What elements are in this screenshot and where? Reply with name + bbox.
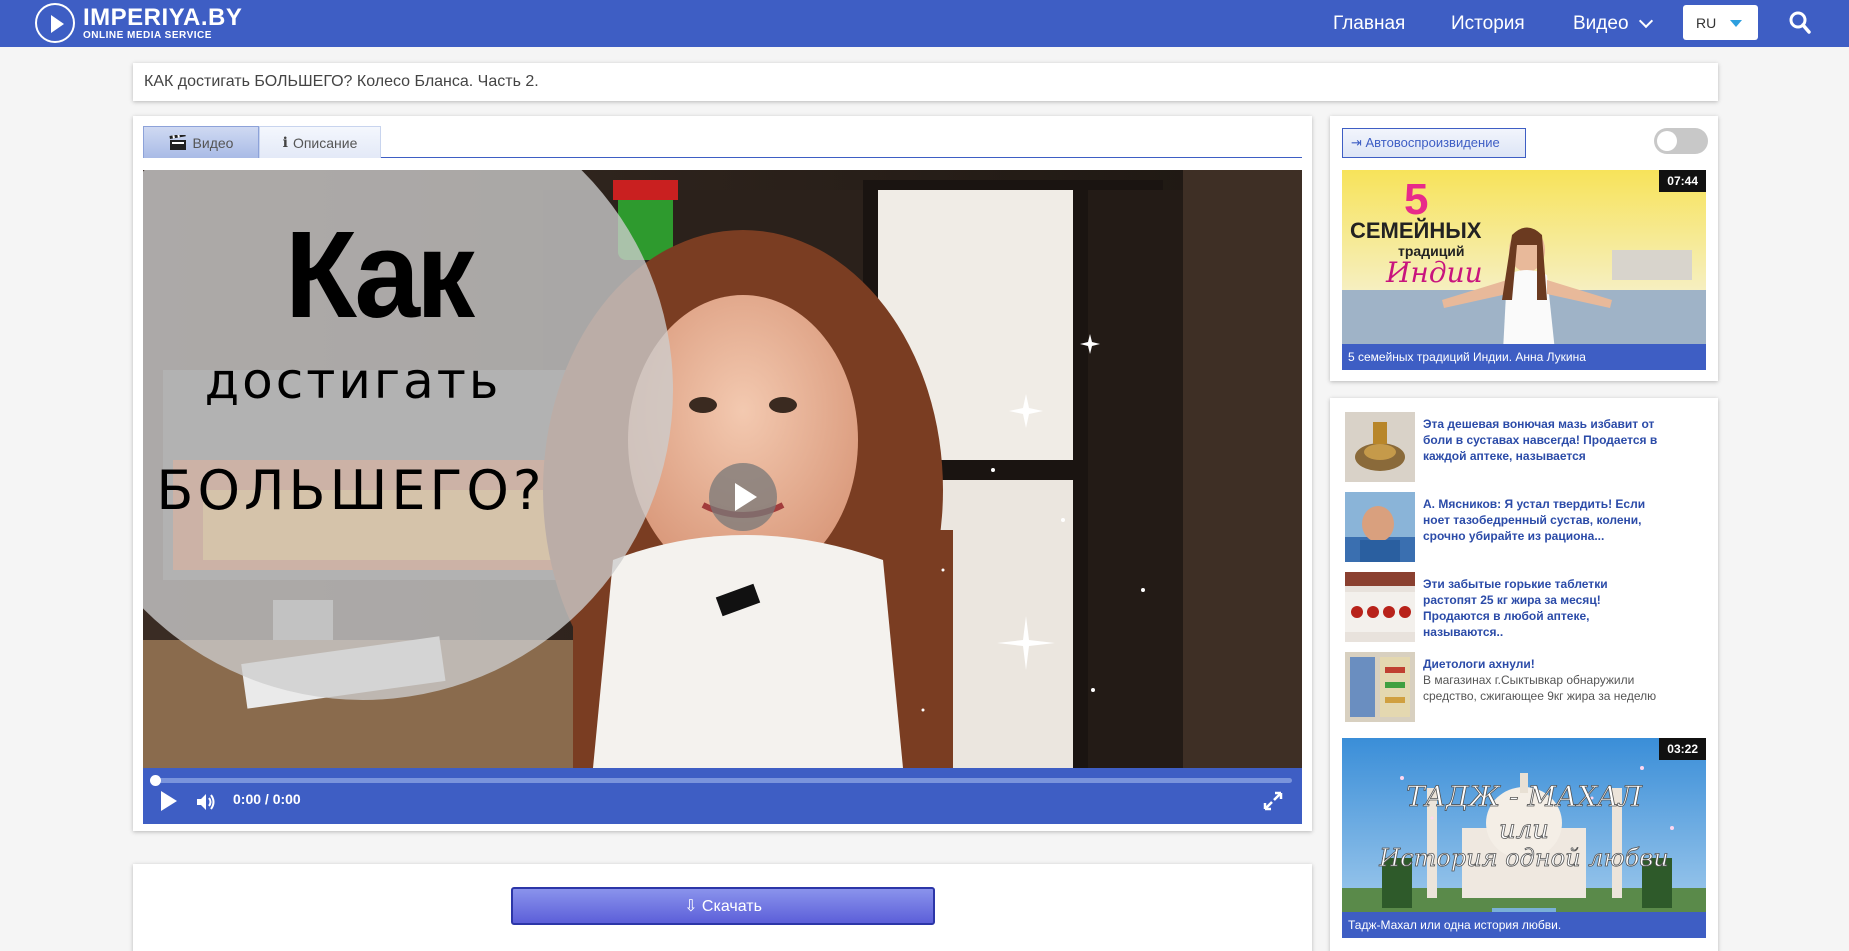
logo-play-icon — [35, 3, 75, 43]
tab-video-label: Видео — [192, 134, 234, 151]
play-button[interactable] — [161, 791, 177, 811]
language-value: RU — [1696, 14, 1717, 31]
ad-thumbnail — [1345, 492, 1415, 562]
info-icon: i — [282, 134, 288, 151]
search-icon[interactable] — [1789, 11, 1811, 35]
related-video-thumbnail: ТАДЖ - МАХАЛ или История одной любви — [1342, 738, 1706, 938]
clapper-icon — [169, 134, 186, 150]
svg-text:СЕМЕЙНЫХ: СЕМЕЙНЫХ — [1350, 218, 1482, 243]
autoplay-label[interactable]: ⇥ Автовоспроизвидение — [1342, 128, 1526, 158]
overlay-title-line-3: БОЛЬШЕГО? — [156, 459, 546, 522]
related-video-card[interactable]: 5 СЕМЕЙНЫХ традиций Индии 07:44 5 семейн… — [1342, 170, 1706, 370]
svg-text:История одной любви: История одной любви — [1378, 844, 1668, 872]
ad-item[interactable]: А. Мясников: Я устал твердить! Если ноет… — [1345, 492, 1705, 564]
tab-video[interactable]: Видео — [143, 126, 259, 158]
nav-history[interactable]: История — [1451, 0, 1525, 47]
ad-thumbnail — [1345, 652, 1415, 722]
language-select[interactable]: RU — [1683, 5, 1758, 40]
ad-item[interactable]: Эта дешевая вонючая мазь избавит от боли… — [1345, 412, 1705, 484]
toggle-knob — [1657, 131, 1677, 151]
autoplay-toggle[interactable] — [1654, 128, 1708, 154]
ad-title: Эта дешевая вонючая мазь избавит от боли… — [1423, 417, 1658, 463]
nav-home[interactable]: Главная — [1333, 0, 1405, 47]
video-panel: Видео i Описание Как достигать БОЛЬШЕГО?… — [133, 116, 1312, 831]
logo-name: IMPERIYA.BY — [83, 3, 243, 31]
time-display: 0:00 / 0:00 — [233, 791, 301, 807]
download-button[interactable]: ⇩ Скачать — [511, 887, 935, 925]
ad-thumbnail — [1345, 572, 1415, 642]
ad-item[interactable]: Диетологи ахнули! В магазинах г.Сыктывка… — [1345, 652, 1705, 724]
video-duration: 07:44 — [1659, 170, 1706, 192]
page-title: КАК достигать БОЛЬШЕГО? Колесо Бланса. Ч… — [133, 63, 1718, 101]
svg-text:или: или — [1499, 815, 1549, 845]
nav-video-label: Видео — [1573, 12, 1629, 34]
progress-bar[interactable] — [150, 775, 1292, 786]
svg-text:ТАДЖ - МАХАЛ: ТАДЖ - МАХАЛ — [1406, 780, 1642, 813]
tab-description-label: Описание — [292, 134, 358, 151]
overlay-title-line-2: достигать — [204, 352, 502, 410]
volume-icon[interactable] — [195, 792, 217, 812]
ad-title: А. Мясников: Я устал твердить! Если ноет… — [1423, 497, 1646, 543]
site-logo[interactable]: IMPERIYA.BY ONLINE MEDIA SERVICE — [35, 1, 242, 45]
related-video-card[interactable]: ТАДЖ - МАХАЛ или История одной любви 03:… — [1342, 738, 1706, 938]
download-panel: ⇩ Скачать — [133, 864, 1312, 951]
ads-panel: Эта дешевая вонючая мазь избавит от боли… — [1330, 398, 1718, 951]
player-controls: 0:00 / 0:00 — [143, 768, 1302, 824]
progress-knob[interactable] — [150, 775, 161, 786]
ad-title: Диетологи ахнули! — [1423, 657, 1535, 671]
fullscreen-icon[interactable] — [1262, 790, 1284, 812]
tab-description[interactable]: i Описание — [259, 126, 381, 158]
related-video-caption[interactable]: Тадж-Махал или одна история любви. — [1342, 912, 1706, 938]
ad-thumbnail — [1345, 412, 1415, 482]
video-player[interactable]: Как достигать БОЛЬШЕГО? — [143, 170, 1302, 768]
svg-text:Индии: Индии — [1385, 256, 1483, 289]
overlay-title-line-1: Как — [284, 205, 475, 345]
related-video-panel: ⇥ Автовоспроизвидение 5 СЕМЕЙНЫХ традици… — [1330, 116, 1718, 381]
big-play-button[interactable] — [709, 463, 777, 531]
chevron-down-icon — [1638, 13, 1653, 28]
nav-video-menu[interactable]: Видео — [1573, 0, 1653, 47]
ad-item[interactable]: Эти забытые горькие таблетки растопят 25… — [1345, 572, 1705, 644]
svg-text:5: 5 — [1404, 175, 1428, 224]
logo-subtitle: ONLINE MEDIA SERVICE — [83, 29, 212, 41]
top-header: IMPERIYA.BY ONLINE MEDIA SERVICE Главная… — [0, 0, 1849, 47]
ad-body: В магазинах г.Сыктывкар обнаружили средс… — [1423, 673, 1657, 703]
related-video-thumbnail: 5 СЕМЕЙНЫХ традиций Индии — [1342, 170, 1706, 370]
ad-title: Эти забытые горькие таблетки растопят 25… — [1423, 577, 1608, 639]
caret-down-icon — [1730, 20, 1742, 27]
video-tabs: Видео i Описание — [143, 126, 1302, 158]
video-duration: 03:22 — [1659, 738, 1706, 760]
related-video-caption[interactable]: 5 семейных традиций Индии. Анна Лукина — [1342, 344, 1706, 370]
